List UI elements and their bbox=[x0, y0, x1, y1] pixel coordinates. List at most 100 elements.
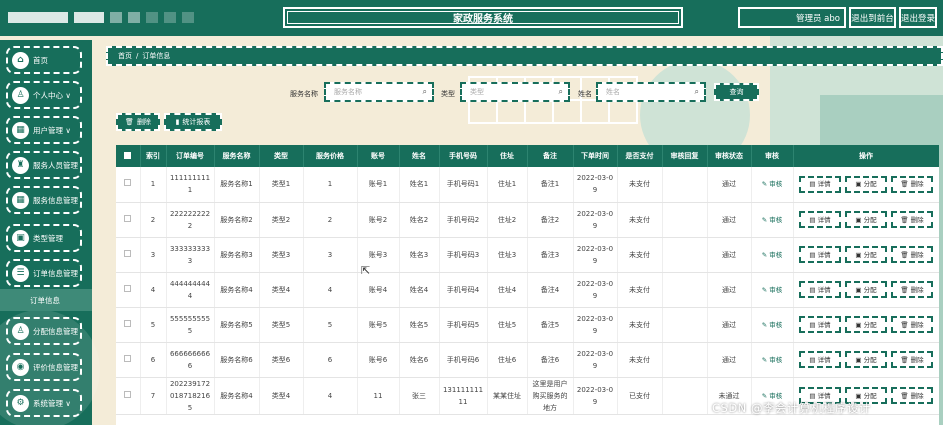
sidebar-item-system[interactable]: ⚙ 系统管理 ∨ bbox=[6, 389, 82, 417]
report-button[interactable]: ▮ 统计报表 bbox=[164, 113, 222, 131]
cell-service: 服务名称6 bbox=[214, 342, 260, 378]
service-name-label: 服务名称 bbox=[290, 90, 318, 98]
breadcrumb: 首页 / 订单信息 bbox=[106, 46, 943, 66]
cell-idx: 5 bbox=[140, 307, 167, 343]
detail-button[interactable]: ▤ 详情 bbox=[799, 351, 841, 368]
watermark: CSDN @李会计算机程序设计 bbox=[712, 401, 871, 415]
delete-row-button[interactable]: 🗑 删除 bbox=[891, 387, 933, 404]
cell-reply bbox=[662, 237, 708, 273]
cell-addr: 住址1 bbox=[487, 167, 528, 203]
col-header: 姓名 bbox=[399, 145, 440, 167]
detail-button[interactable]: ▤ 详情 bbox=[799, 175, 841, 193]
cell-paid: 已支付 bbox=[617, 377, 663, 415]
audit-link[interactable]: ✎ 审核 bbox=[762, 180, 783, 188]
col-header: 手机号码 bbox=[439, 145, 488, 167]
delete-row-button[interactable]: 🗑 删除 bbox=[891, 351, 933, 368]
sidebar: ⌂ 首页 ♙ 个人中心 ∨ ▦ 用户管理 ∨ ♜ 服务人员管理 ▦ 服务信息管理 ▣ 类型管… bbox=[0, 40, 100, 425]
cell-price: 4 bbox=[303, 377, 358, 415]
sidebar-item-services[interactable]: ▦ 服务信息管理 bbox=[6, 186, 82, 214]
row-checkbox[interactable] bbox=[124, 390, 132, 398]
cell-paid: 未支付 bbox=[617, 272, 663, 308]
audit-link[interactable]: ✎ 审核 bbox=[762, 356, 783, 364]
marker-icon: ◉ bbox=[12, 358, 29, 376]
query-button[interactable]: 查询 bbox=[714, 83, 759, 101]
delete-row-button[interactable]: 🗑 删除 bbox=[891, 211, 933, 228]
audit-link[interactable]: ✎ 审核 bbox=[762, 286, 783, 294]
cell-name: 姓名5 bbox=[399, 307, 440, 343]
delete-button[interactable]: 🗑 删除 bbox=[116, 113, 160, 131]
cell-price: 4 bbox=[303, 272, 358, 308]
cell-account: 账号4 bbox=[357, 272, 400, 308]
table-row: 5 5555555555 服务名称5 类型5 5 账号5 姓名5 手机号码5 住址5 备注5 202… bbox=[116, 307, 939, 343]
delete-row-button[interactable]: 🗑 删除 bbox=[891, 281, 933, 298]
row-checkbox[interactable] bbox=[124, 284, 132, 292]
cell-addr: 住址5 bbox=[487, 307, 528, 343]
orders-table: 索引 订单编号 服务名称 类型 服务价格 账号 姓名 手机号码 住址 备注 下单… bbox=[116, 145, 939, 425]
sidebar-item-home[interactable]: ⌂ 首页 bbox=[6, 46, 82, 74]
cell-phone: 手机号码2 bbox=[439, 202, 488, 238]
delete-row-button[interactable]: 🗑 删除 bbox=[891, 316, 933, 333]
assign-button[interactable]: ▣ 分配 bbox=[845, 351, 887, 368]
doc-icon: ▤ bbox=[809, 285, 816, 294]
cell-idx: 6 bbox=[140, 342, 167, 378]
audit-link[interactable]: ✎ 审核 bbox=[762, 321, 783, 329]
assign-button[interactable]: ▣ 分配 bbox=[845, 175, 887, 193]
sidebar-item-types[interactable]: ▣ 类型管理 bbox=[6, 224, 82, 252]
audit-link[interactable]: ✎ 审核 bbox=[762, 251, 783, 259]
cell-type: 类型2 bbox=[259, 202, 304, 238]
delete-row-button[interactable]: 🗑 删除 bbox=[891, 246, 933, 263]
audit-link[interactable]: ✎ 审核 bbox=[762, 392, 783, 400]
trash-icon: 🗑 bbox=[900, 320, 909, 329]
sidebar-item-reviews[interactable]: ◉ 评价信息管理 bbox=[6, 353, 82, 381]
cell-type: 类型6 bbox=[259, 342, 304, 378]
search-icon: ⌕ bbox=[558, 87, 563, 96]
audit-link[interactable]: ✎ 审核 bbox=[762, 216, 783, 224]
row-checkbox[interactable] bbox=[124, 354, 132, 362]
service-name-input[interactable]: 服务名称 ⌕ bbox=[324, 82, 434, 102]
assign-button[interactable]: ▣ 分配 bbox=[845, 316, 887, 333]
trash-icon: 🗑 bbox=[900, 250, 909, 259]
cell-account: 11 bbox=[357, 377, 400, 415]
name-input[interactable]: 姓名 ⌕ bbox=[596, 82, 706, 102]
row-checkbox[interactable] bbox=[124, 214, 132, 222]
doc-icon: ▤ bbox=[809, 215, 816, 224]
search-icon: ⌕ bbox=[422, 87, 427, 96]
detail-button[interactable]: ▤ 详情 bbox=[799, 316, 841, 333]
detail-button[interactable]: ▤ 详情 bbox=[799, 246, 841, 263]
select-all-checkbox[interactable] bbox=[124, 151, 132, 159]
cell-idx: 2 bbox=[140, 202, 167, 238]
sidebar-subitem-orders[interactable]: 订单信息 bbox=[0, 289, 92, 311]
row-checkbox[interactable] bbox=[124, 319, 132, 327]
cell-name: 姓名3 bbox=[399, 237, 440, 273]
table-row: 2 2222222222 服务名称2 类型2 2 账号2 姓名2 手机号码2 住址2 备注2 202… bbox=[116, 202, 939, 238]
row-checkbox[interactable] bbox=[124, 179, 132, 187]
trash-icon: 🗑 bbox=[900, 285, 909, 294]
assign-button[interactable]: ▣ 分配 bbox=[845, 211, 887, 228]
sidebar-item-profile[interactable]: ♙ 个人中心 ∨ bbox=[6, 81, 82, 109]
detail-button[interactable]: ▤ 详情 bbox=[799, 211, 841, 228]
cell-status: 通过 bbox=[707, 272, 752, 308]
row-checkbox[interactable] bbox=[124, 249, 132, 257]
cell-idx: 3 bbox=[140, 237, 167, 273]
cell-status: 通过 bbox=[707, 202, 752, 238]
sidebar-item-users[interactable]: ▦ 用户管理 ∨ bbox=[6, 116, 82, 144]
detail-button[interactable]: ▤ 详情 bbox=[799, 281, 841, 298]
edit-icon: ✎ bbox=[761, 215, 768, 224]
logout-button[interactable]: 退出登录 bbox=[899, 7, 937, 28]
breadcrumb-separator: / bbox=[136, 52, 139, 60]
assign-button[interactable]: ▣ 分配 bbox=[845, 281, 887, 298]
cell-account: 账号5 bbox=[357, 307, 400, 343]
cell-time: 2022-03-09 bbox=[573, 167, 618, 203]
front-button[interactable]: 退出到前台 bbox=[849, 7, 896, 28]
breadcrumb-home[interactable]: 首页 bbox=[118, 51, 132, 61]
assign-button[interactable]: ▣ 分配 bbox=[845, 246, 887, 263]
sidebar-item-staff[interactable]: ♜ 服务人员管理 bbox=[6, 151, 82, 179]
sidebar-item-orders[interactable]: ☰ 订单信息管理 bbox=[6, 259, 82, 287]
delete-row-button[interactable]: 🗑 删除 bbox=[891, 175, 933, 193]
sidebar-item-assign[interactable]: ♙ 分配信息管理 bbox=[6, 317, 82, 345]
grid-icon: ▦ bbox=[12, 121, 29, 139]
type-input[interactable]: 类型 ⌕ bbox=[460, 82, 570, 102]
cell-account: 账号6 bbox=[357, 342, 400, 378]
cell-order: 2222222222 bbox=[166, 202, 215, 238]
list-icon: ☰ bbox=[12, 264, 29, 282]
